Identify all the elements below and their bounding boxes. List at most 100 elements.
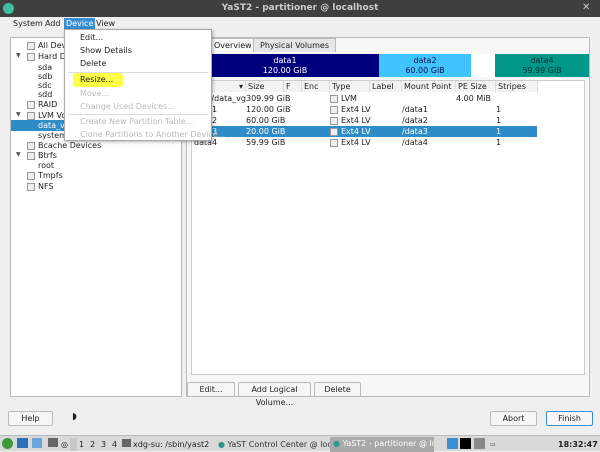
type-label: Ext4 LV (341, 127, 371, 136)
file-manager-icon[interactable] (32, 438, 42, 448)
expand-arrow-icon[interactable]: ▼ (16, 151, 21, 158)
menu-separator (68, 114, 208, 115)
terminal-icon[interactable] (48, 438, 58, 447)
column-label[interactable]: Label (370, 81, 402, 92)
tree-label: Btrfs (38, 151, 57, 160)
edit-button[interactable]: Edit... (187, 382, 235, 397)
tray-icon[interactable]: ▭ (490, 438, 496, 451)
filesystem-icon (330, 94, 338, 103)
column-enc[interactable]: Enc (302, 81, 330, 92)
column-mount-point[interactable]: Mount Point (402, 81, 456, 92)
workspace-pager-2[interactable] (460, 438, 471, 449)
table-cell: 1 (496, 116, 502, 125)
menu-item-delete[interactable]: Delete (80, 58, 106, 70)
start-menu-icon[interactable] (2, 438, 13, 449)
nfs-icon (27, 182, 35, 191)
bar-segment-data3[interactable] (471, 54, 495, 77)
computer-icon (27, 41, 35, 50)
bar-segment-data1[interactable]: data1 120.00 GiB (191, 54, 379, 77)
busy-indicator-icon: ◗ (72, 412, 77, 422)
browser-icon[interactable]: ◎ (61, 438, 68, 451)
table-cell: 309.99 GiB (246, 94, 291, 103)
workspace-pager-3[interactable] (474, 438, 485, 449)
window-title: YaST2 - partitioner @ localhost (221, 3, 379, 13)
filesystem-icon (330, 105, 338, 114)
task-yast-partitioner[interactable]: ● YaST2 - partitioner @ localho... (330, 437, 434, 452)
table-cell: 4.00 MiB (456, 94, 491, 103)
menu-item-show-details[interactable]: Show Details (80, 45, 132, 57)
tab-physical-volumes[interactable]: Physical Volumes (253, 38, 337, 52)
type-label: Ext4 LV (341, 138, 371, 147)
tab-overview[interactable]: Overview (207, 38, 259, 52)
bar-segment-data2[interactable]: data2 60.00 GiB (379, 54, 471, 77)
table-cell: 60.00 GiB (246, 116, 286, 125)
abort-button[interactable]: Abort (490, 411, 537, 426)
btrfs-icon (27, 151, 35, 160)
table-cell: 1 (496, 138, 502, 147)
workspace-pager-1[interactable] (447, 438, 458, 449)
clock: 18:32:47 (558, 440, 598, 449)
desktop-2[interactable]: 2 (90, 438, 95, 451)
filesystem-icon (330, 127, 338, 136)
segment-size: 60.00 GiB (405, 66, 445, 75)
task-label: YaST2 - partitioner @ localho... (342, 439, 434, 448)
desktop-1[interactable]: 1 (79, 438, 84, 451)
desktop-icon[interactable] (17, 438, 28, 448)
table-row[interactable]: data260.00 GiBExt4 LV/data21 (192, 115, 537, 126)
column-size[interactable]: Size (246, 81, 284, 92)
menu-system[interactable]: System (11, 18, 45, 30)
table-row[interactable]: data320.00 GiBExt4 LV/data31 (192, 126, 537, 137)
menu-add[interactable]: Add (43, 18, 63, 30)
devices-table[interactable]: ▾ Size F Enc Type Label Mount Point PE S… (191, 80, 585, 375)
column-type[interactable]: Type (330, 81, 370, 92)
add-logical-volume-button[interactable]: Add Logical Volume... (238, 382, 311, 407)
column-stripes[interactable]: Stripes (496, 81, 538, 92)
table-cell: /data4 (402, 138, 428, 147)
expand-arrow-icon[interactable]: ▼ (16, 52, 21, 59)
lvm-icon (27, 111, 35, 120)
yast-icon: ● (218, 440, 225, 449)
table-cell: /data1 (402, 105, 428, 114)
table-cell: 20.00 GiB (246, 127, 286, 136)
table-row[interactable]: data1120.00 GiBExt4 LV/data11 (192, 104, 537, 115)
table-cell: 59.99 GiB (246, 138, 286, 147)
taskbar: ◎ 1 2 3 4 xdg-su: /sbin/yast2 ● YaST Con… (0, 435, 600, 452)
type-label: Ext4 LV (341, 105, 371, 114)
table-cell: LVM (330, 93, 370, 104)
disk-icon (27, 52, 35, 61)
segment-name: data1 (273, 56, 297, 65)
segment-size: 59.99 GiB (522, 66, 562, 75)
bar-segment-data4[interactable]: data4 59.99 GiB (495, 54, 589, 77)
yast-icon: ● (333, 439, 340, 448)
table-row[interactable]: data4 59.99 GiB Ext4 LV/data4 1 (192, 137, 537, 148)
tree-item-tmpfs[interactable]: Tmpfs (27, 170, 63, 181)
task-xdg-su[interactable]: xdg-su: /sbin/yast2 (122, 438, 209, 451)
filesystem-icon (330, 116, 338, 125)
desktop-3[interactable]: 3 (101, 438, 106, 451)
close-icon[interactable]: ✕ (582, 2, 590, 13)
desktop-4[interactable]: 4 (112, 438, 117, 451)
yast-logo-icon (3, 3, 14, 14)
terminal-icon (122, 439, 131, 447)
table-row[interactable]: /dev/data_vg 309.99 GiB LVM 4.00 MiB (192, 93, 537, 104)
tree-label: Bcache Devices (38, 141, 102, 150)
tree-item-raid[interactable]: RAID (27, 99, 57, 110)
expand-arrow-icon[interactable]: ▼ (16, 111, 21, 118)
segment-size: 120.00 GiB (262, 66, 308, 75)
tree-item-nfs[interactable]: NFS (27, 181, 54, 192)
type-label: Ext4 LV (341, 116, 371, 125)
table-cell: Ext4 LV (330, 115, 371, 126)
menu-item-resize[interactable]: Resize... (80, 74, 113, 86)
help-button[interactable]: Help (8, 411, 53, 426)
finish-button[interactable]: Finish (546, 411, 593, 426)
table-cell: Ext4 LV (330, 137, 371, 148)
menu-item-edit[interactable]: Edit... (80, 32, 103, 44)
segment-name: data2 (413, 56, 437, 65)
table-cell: 120.00 GiB (246, 105, 291, 114)
delete-button[interactable]: Delete (314, 382, 361, 397)
type-label: LVM (341, 94, 357, 103)
column-f[interactable]: F (284, 81, 302, 92)
filesystem-icon (330, 138, 338, 147)
table-cell: 1 (496, 105, 502, 114)
column-pe-size[interactable]: PE Size (456, 81, 496, 92)
